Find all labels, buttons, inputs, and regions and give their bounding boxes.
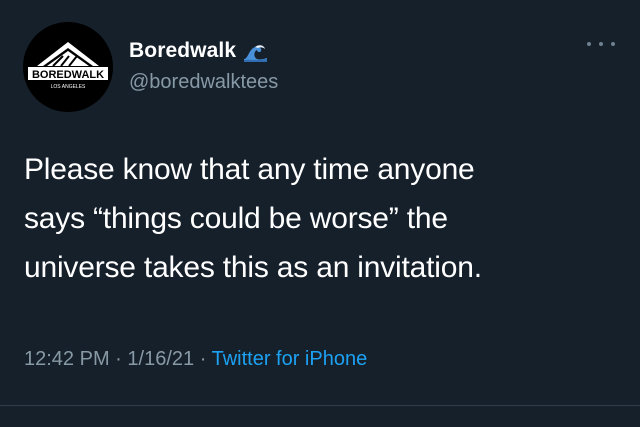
author-handle[interactable]: @boredwalktees [129, 71, 278, 94]
dot [611, 42, 615, 46]
separator: · [199, 348, 207, 370]
divider [0, 405, 640, 406]
tweet-time[interactable]: 12:42 PM [24, 348, 110, 370]
dot [587, 42, 591, 46]
more-options-icon[interactable] [587, 36, 615, 52]
boredwalk-logo: BOREDWALK LOS ANGELES [23, 22, 113, 112]
logo-wordmark: BOREDWALK [32, 69, 104, 81]
avatar[interactable]: BOREDWALK LOS ANGELES [23, 22, 113, 112]
dot [599, 42, 603, 46]
separator: · [115, 348, 122, 370]
tweet-text-line: universe takes this as an invitation. [24, 251, 482, 284]
display-name[interactable]: Boredwalk [129, 39, 236, 63]
tweet-source-link[interactable]: Twitter for iPhone [212, 348, 368, 370]
tweet-text: Please know that any time anyone says “t… [24, 145, 624, 292]
author-name-row[interactable]: Boredwalk [129, 36, 268, 66]
tweet-metadata: 12:42 PM · 1/16/21 · Twitter for iPhone [24, 348, 367, 371]
tweet-text-line: Please know that any time anyone [24, 153, 475, 186]
tweet-text-line: says “things could be worse” the [24, 202, 448, 235]
logo-subtext: LOS ANGELES [51, 84, 86, 90]
tweet-card: BOREDWALK LOS ANGELES Boredwalk @boredwa… [0, 0, 640, 427]
tweet-date[interactable]: 1/16/21 [127, 348, 194, 370]
water-wave-icon [242, 39, 268, 63]
